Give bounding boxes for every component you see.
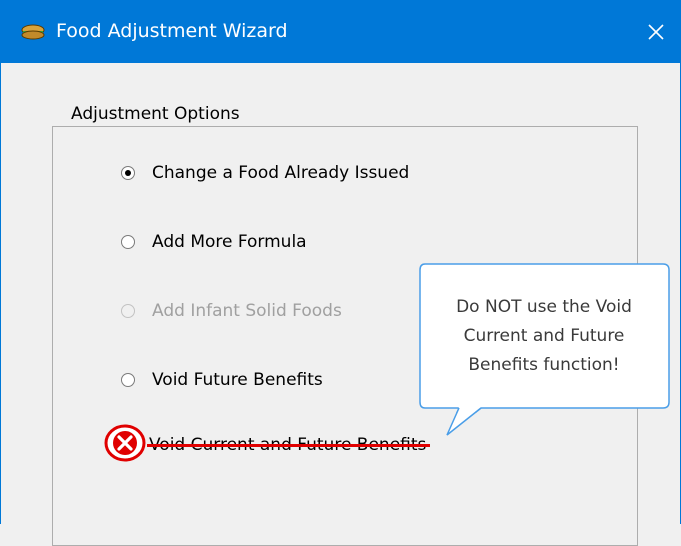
option-label: Change a Food Already Issued <box>152 163 410 183</box>
option-add-formula[interactable]: Add More Formula <box>121 229 307 255</box>
close-button[interactable] <box>630 0 681 63</box>
callout-text: Do NOT use the Void Current and Future B… <box>419 263 669 409</box>
option-change-food[interactable]: Change a Food Already Issued <box>121 160 409 186</box>
group-legend: Adjustment Options <box>68 104 243 124</box>
radio-void-future[interactable] <box>121 373 135 387</box>
void-current-label: Void Current and Future Benefits <box>147 435 431 455</box>
strikethrough-line <box>147 444 431 447</box>
close-icon <box>648 23 664 40</box>
option-label: Add More Formula <box>152 232 307 252</box>
radio-add-infant-solid-foods <box>121 304 135 318</box>
option-label: Add Infant Solid Foods <box>152 301 342 321</box>
option-void-future[interactable]: Void Future Benefits <box>121 367 323 393</box>
callout-line-1: Do NOT use the Void <box>456 296 632 317</box>
app-icon <box>21 22 45 42</box>
radio-change-food[interactable] <box>121 166 135 180</box>
option-add-infant-solid-foods: Add Infant Solid Foods <box>121 298 342 324</box>
window-title: Food Adjustment Wizard <box>56 20 288 42</box>
callout-line-2: Current and Future <box>463 325 625 346</box>
callout-tail <box>446 407 482 436</box>
wizard-window: Food Adjustment Wizard Adjustment Option… <box>0 0 681 546</box>
callout-line-3: Benefits function! <box>468 354 620 375</box>
option-void-current-and-future: Void Current and Future Benefits <box>103 424 431 467</box>
title-bar: Food Adjustment Wizard <box>1 0 681 63</box>
radio-add-formula[interactable] <box>121 235 135 249</box>
option-label: Void Future Benefits <box>152 370 323 390</box>
red-x-icon <box>103 424 147 467</box>
